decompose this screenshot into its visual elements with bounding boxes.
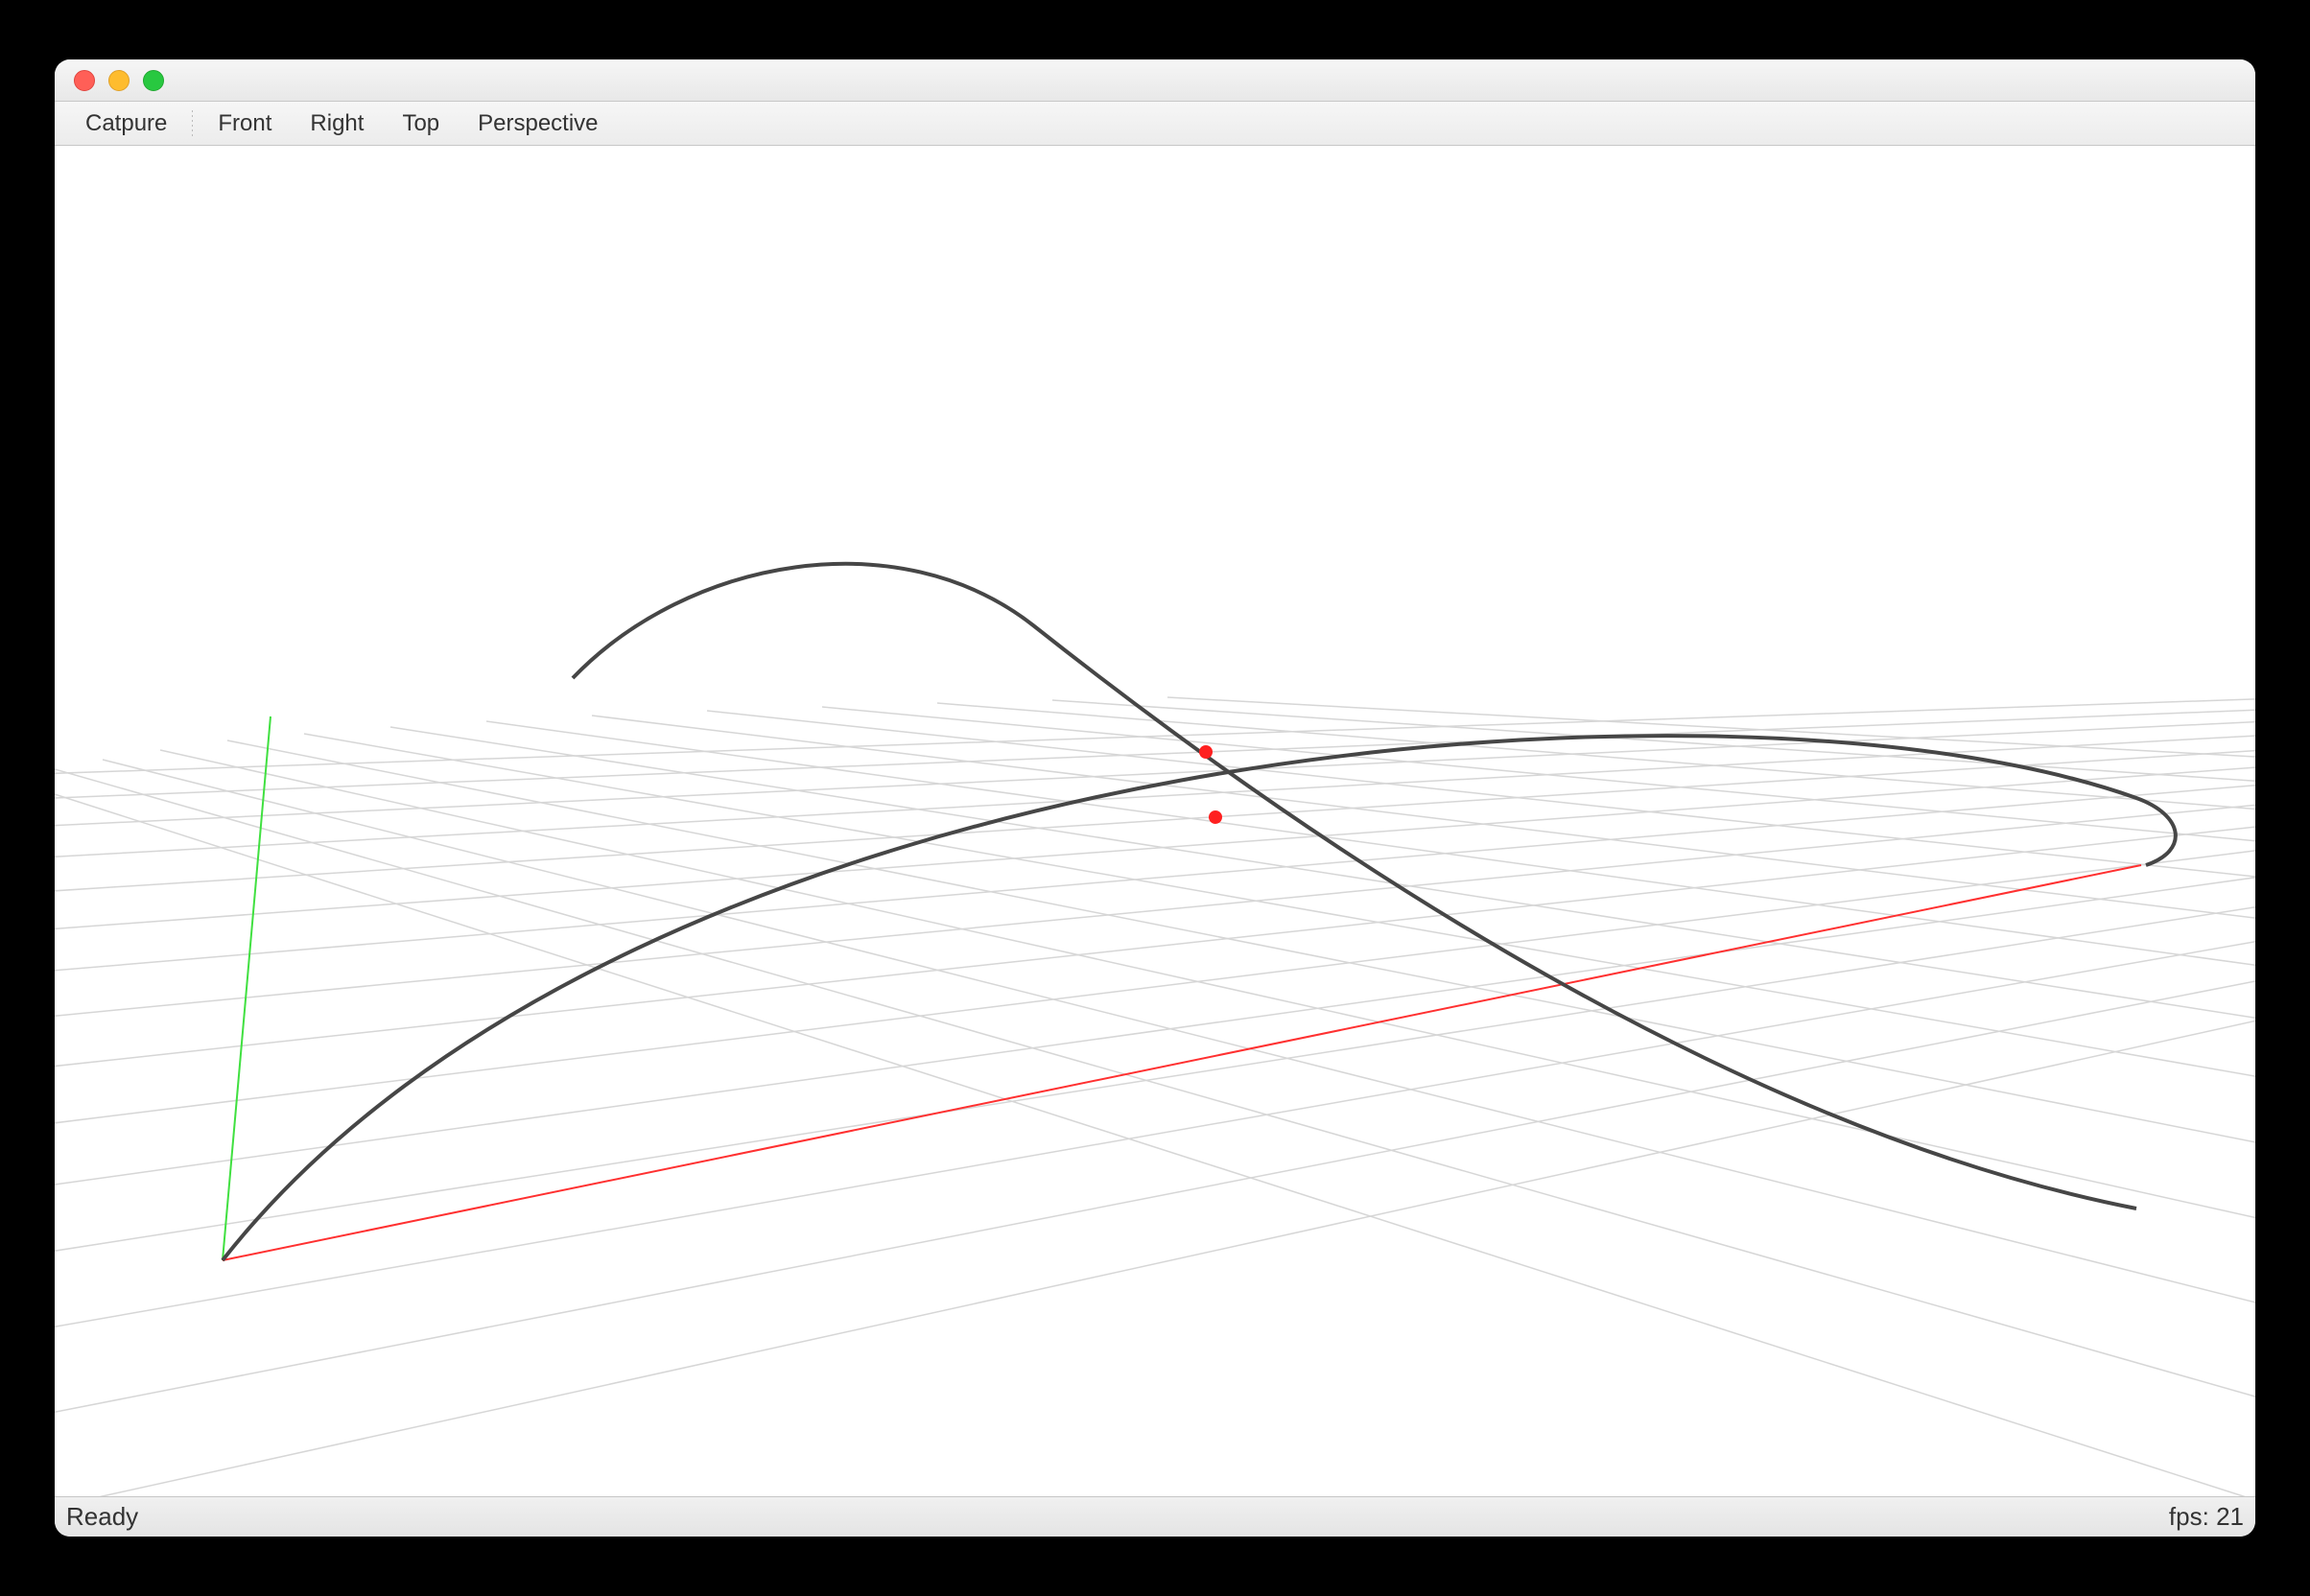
grid [55,697,2255,1496]
titlebar[interactable] [55,59,2255,102]
minimize-icon[interactable] [108,70,130,91]
curve-1 [223,736,2176,1260]
maximize-icon[interactable] [143,70,164,91]
toolbar: Catpure Front Right Top Perspective [55,102,2255,146]
close-icon[interactable] [74,70,95,91]
app-window: Catpure Front Right Top Perspective [55,59,2255,1537]
axis-y [223,716,271,1260]
viewport-3d[interactable] [55,146,2255,1496]
curve-2 [573,564,2136,1209]
fps-indicator: fps: 21 [2169,1502,2244,1532]
point-marker [1209,810,1222,824]
toolbar-separator [192,110,193,137]
status-text: Ready [66,1502,138,1532]
view-perspective-button[interactable]: Perspective [459,110,617,137]
scene-svg [55,146,2255,1496]
capture-button[interactable]: Catpure [66,110,186,137]
point-marker [1199,745,1213,759]
view-front-button[interactable]: Front [199,110,291,137]
view-top-button[interactable]: Top [383,110,459,137]
view-right-button[interactable]: Right [291,110,383,137]
status-bar: Ready fps: 21 [55,1496,2255,1537]
